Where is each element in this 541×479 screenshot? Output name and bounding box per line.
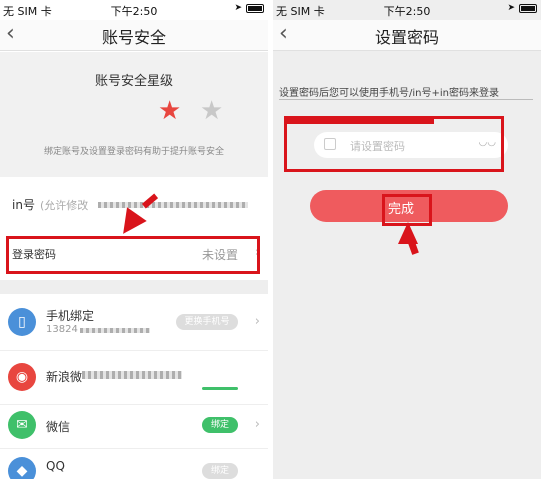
highlight-box (6, 236, 260, 274)
star-icon: ★ (200, 96, 224, 126)
nav-bar: ‹ 账号安全 (0, 20, 268, 51)
wechat-bind-row[interactable]: ✉ 微信 绑定 › (0, 404, 268, 449)
redacted-in-id (98, 202, 248, 208)
status-time: 下午2:50 (110, 5, 158, 18)
change-phone-button[interactable]: 更换手机号 (176, 314, 238, 330)
battery-icon (246, 3, 264, 13)
chevron-right-icon: › (254, 417, 260, 432)
star-tip: 绑定账号及设置登录密码有助于提升账号安全 (43, 147, 224, 157)
wechat-label: 微信 (46, 420, 71, 434)
phone-number: 13824 (46, 324, 78, 335)
highlight-box (284, 116, 504, 172)
qq-bind-row[interactable]: ◆ QQ 绑定 (0, 448, 268, 479)
location-icon: ➤ (234, 3, 242, 13)
status-bar: 无 SIM 卡 下午2:50 ➤ (273, 0, 541, 20)
chevron-right-icon: › (254, 314, 260, 329)
qq-label: QQ (46, 459, 65, 473)
weibo-label: 新浪微 (46, 370, 83, 384)
password-hint: 设置密码后您可以使用手机号/in号+in密码来登录 (279, 88, 499, 99)
in-id-label: in号 (12, 198, 35, 212)
page-title: 设置密码 (374, 28, 439, 47)
security-star-panel: 账号安全星级 ★ ★ 绑定账号及设置登录密码有助于提升账号安全 (0, 52, 268, 177)
weibo-bind-row[interactable]: ◉ 新浪微 (0, 350, 268, 405)
status-bar: 无 SIM 卡 下午2:50 ➤ (0, 0, 268, 20)
phone-icon: ▯ (8, 308, 36, 336)
location-icon: ➤ (507, 3, 515, 13)
star-icon: ★ (158, 96, 182, 126)
in-id-hint: (允许修改 (40, 199, 89, 212)
qq-bind-button[interactable]: 绑定 (202, 463, 238, 479)
nav-bar: ‹ 设置密码 (273, 20, 541, 51)
status-time: 下午2:50 (383, 5, 431, 18)
account-security-screen: 无 SIM 卡 下午2:50 ➤ ‹ 账号安全 账号安全星级 ★ ★ 绑定账号及… (0, 0, 268, 479)
annotation-arrow (398, 222, 418, 244)
phone-bind-row[interactable]: ▯ 手机绑定 13824 更换手机号 › (0, 294, 268, 350)
phone-label: 手机绑定 (46, 309, 95, 323)
page-title: 账号安全 (101, 28, 166, 47)
qq-icon: ◆ (8, 457, 36, 479)
wechat-icon: ✉ (8, 411, 36, 439)
weibo-icon: ◉ (8, 363, 36, 391)
done-button-label: 完成 (388, 202, 415, 217)
battery-icon (519, 3, 537, 13)
star-title: 账号安全星级 (94, 74, 173, 89)
wechat-bind-button[interactable]: 绑定 (202, 417, 238, 433)
